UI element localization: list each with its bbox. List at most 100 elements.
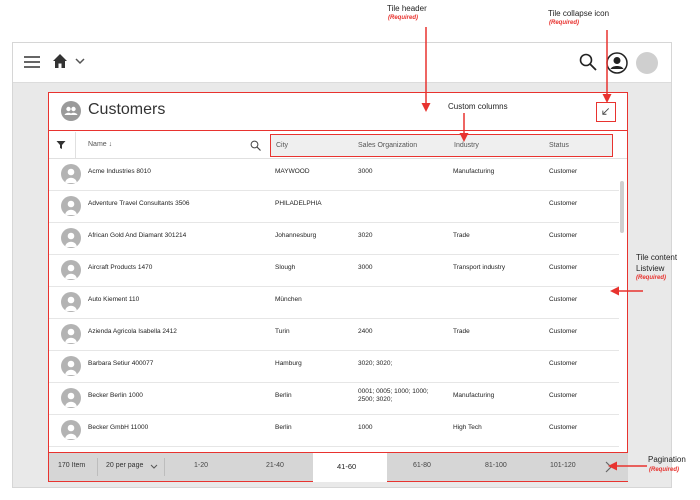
customer-status: Customer (549, 264, 578, 271)
person-icon (61, 356, 81, 376)
customer-industry: Transport industry (453, 264, 506, 271)
page-link[interactable]: 101-120 (550, 462, 576, 469)
customer-name: Azienda Agricola Isabella 2412 (88, 328, 177, 335)
customer-name: Auto Kiement 110 (88, 296, 140, 303)
tile-header: Customers (49, 93, 627, 131)
tile-collapse-button[interactable] (596, 102, 616, 122)
customer-status: Customer (549, 232, 578, 239)
customer-name: Becker GmbH 11000 (88, 424, 149, 431)
page-link[interactable]: 21-40 (266, 462, 284, 469)
search-icon[interactable] (579, 53, 597, 71)
list-item[interactable]: Acme Industries 8010 MAYWOOD 3000 Manufactu… (49, 159, 619, 191)
annotation-required: (Required) (649, 467, 679, 473)
customer-city: MAYWOOD (275, 168, 310, 175)
person-icon (61, 420, 81, 440)
column-header-sales-org[interactable]: Sales Organization (358, 142, 417, 149)
customer-industry: Trade (453, 328, 470, 335)
customer-list: Acme Industries 8010 MAYWOOD 3000 Manufactu… (49, 159, 619, 447)
customer-city: PHILADELPHIA (275, 200, 322, 207)
customer-industry: Manufacturing (453, 168, 495, 175)
chevron-down-icon[interactable] (75, 56, 85, 66)
customer-status: Customer (549, 200, 578, 207)
person-icon (61, 260, 81, 280)
list-item[interactable]: Auto Kiement 110 München Customer (49, 287, 619, 319)
column-header-city[interactable]: City (276, 142, 288, 149)
customer-city: Turin (275, 328, 290, 335)
customer-sales-org: 1000 (358, 424, 373, 431)
person-icon (61, 164, 81, 184)
customer-name: Adventure Travel Consultants 3506 (88, 200, 190, 207)
filter-icon[interactable] (56, 140, 66, 150)
customer-status: Customer (549, 392, 578, 399)
annotation-required: (Required) (549, 20, 579, 26)
annotation-arrow (421, 27, 431, 112)
search-icon[interactable] (250, 140, 261, 151)
wireframe-canvas: Customers Name ↓ City Sales Organization (0, 0, 700, 500)
collapse-icon (602, 108, 610, 115)
menu-icon[interactable] (24, 56, 40, 68)
tile-title: Customers (88, 101, 166, 118)
annotation-listview: Listview (636, 264, 665, 273)
customer-industry: Trade (453, 232, 470, 239)
annotation-required: (Required) (388, 15, 418, 21)
per-page-select[interactable]: 20 per page (106, 462, 143, 469)
list-item[interactable]: Barbara Setiur 400077 Hamburg 3020; 3020; C… (49, 351, 619, 383)
list-item[interactable]: Azienda Agricola Isabella 2412 Turin 2400 T… (49, 319, 619, 351)
person-icon (61, 324, 81, 344)
customer-status: Customer (549, 424, 578, 431)
pagination-bar: 170 Item 20 per page 1-20 21-40 41-60 61… (49, 452, 628, 482)
list-item[interactable]: Adventure Travel Consultants 3506 PHILADE… (49, 191, 619, 223)
customer-name: Acme Industries 8010 (88, 168, 151, 175)
scrollbar[interactable] (620, 181, 624, 233)
annotation-pagination: Pagination (648, 455, 686, 464)
customer-name: Aircraft Products 1470 (88, 264, 153, 271)
home-icon[interactable] (52, 53, 68, 69)
customer-status: Customer (549, 328, 578, 335)
chevron-down-icon[interactable] (150, 463, 158, 470)
list-item[interactable]: Aircraft Products 1470 Slough 3000 Transpor… (49, 255, 619, 287)
column-header-name[interactable]: Name ↓ (88, 141, 112, 148)
page-link[interactable]: 61-80 (413, 462, 431, 469)
page-link-active[interactable]: 41-60 (313, 453, 387, 482)
column-divider (75, 132, 76, 159)
list-item[interactable]: African Gold And Diamant 301214 Johannesb… (49, 223, 619, 255)
customers-group-icon (61, 101, 81, 121)
customer-sales-org: 3020; 3020; (358, 360, 393, 367)
page-link[interactable]: 81-100 (485, 462, 507, 469)
customer-status: Customer (549, 296, 578, 303)
customer-name: African Gold And Diamant 301214 (88, 232, 187, 239)
customer-city: Berlin (275, 392, 292, 399)
column-header-status[interactable]: Status (549, 142, 569, 149)
annotation-arrow (459, 113, 469, 142)
customer-name: Barbara Setiur 400077 (88, 360, 154, 367)
avatar[interactable] (636, 52, 658, 74)
top-bar (13, 43, 671, 83)
customer-status: Customer (549, 360, 578, 367)
person-icon (61, 388, 81, 408)
column-header-industry[interactable]: Industry (454, 142, 479, 149)
customer-city: Johannesburg (275, 232, 317, 239)
annotation-arrow (602, 30, 612, 103)
annotation-arrow (608, 461, 647, 471)
person-icon (61, 228, 81, 248)
item-count: 170 Item (58, 462, 86, 469)
column-header-bar: Name ↓ City Sales Organization Industry … (49, 132, 627, 159)
customer-sales-org: 2400 (358, 328, 373, 335)
customer-sales-org: 3020 (358, 232, 373, 239)
page-link[interactable]: 1-20 (194, 462, 208, 469)
page-link-active-label: 41-60 (337, 462, 357, 471)
pager-divider (97, 458, 98, 476)
custom-columns: City Sales Organization Industry Status (270, 134, 613, 157)
customer-industry: High Tech (453, 424, 482, 431)
annotation-tile-header: Tile header (387, 4, 427, 13)
person-icon (61, 196, 81, 216)
customer-name: Becker Berlin 1000 (88, 392, 143, 399)
person-icon (61, 292, 81, 312)
annotation-tile-content: Tile content (636, 253, 678, 262)
customer-city: Berlin (275, 424, 292, 431)
customer-status: Customer (549, 168, 578, 175)
list-item[interactable]: Becker Berlin 1000 Berlin 0001; 0005; 1000… (49, 383, 619, 415)
list-item[interactable]: Becker GmbH 11000 Berlin 1000 High Tech Cust… (49, 415, 619, 447)
pager-divider (164, 458, 165, 476)
customer-city: Slough (275, 264, 296, 271)
